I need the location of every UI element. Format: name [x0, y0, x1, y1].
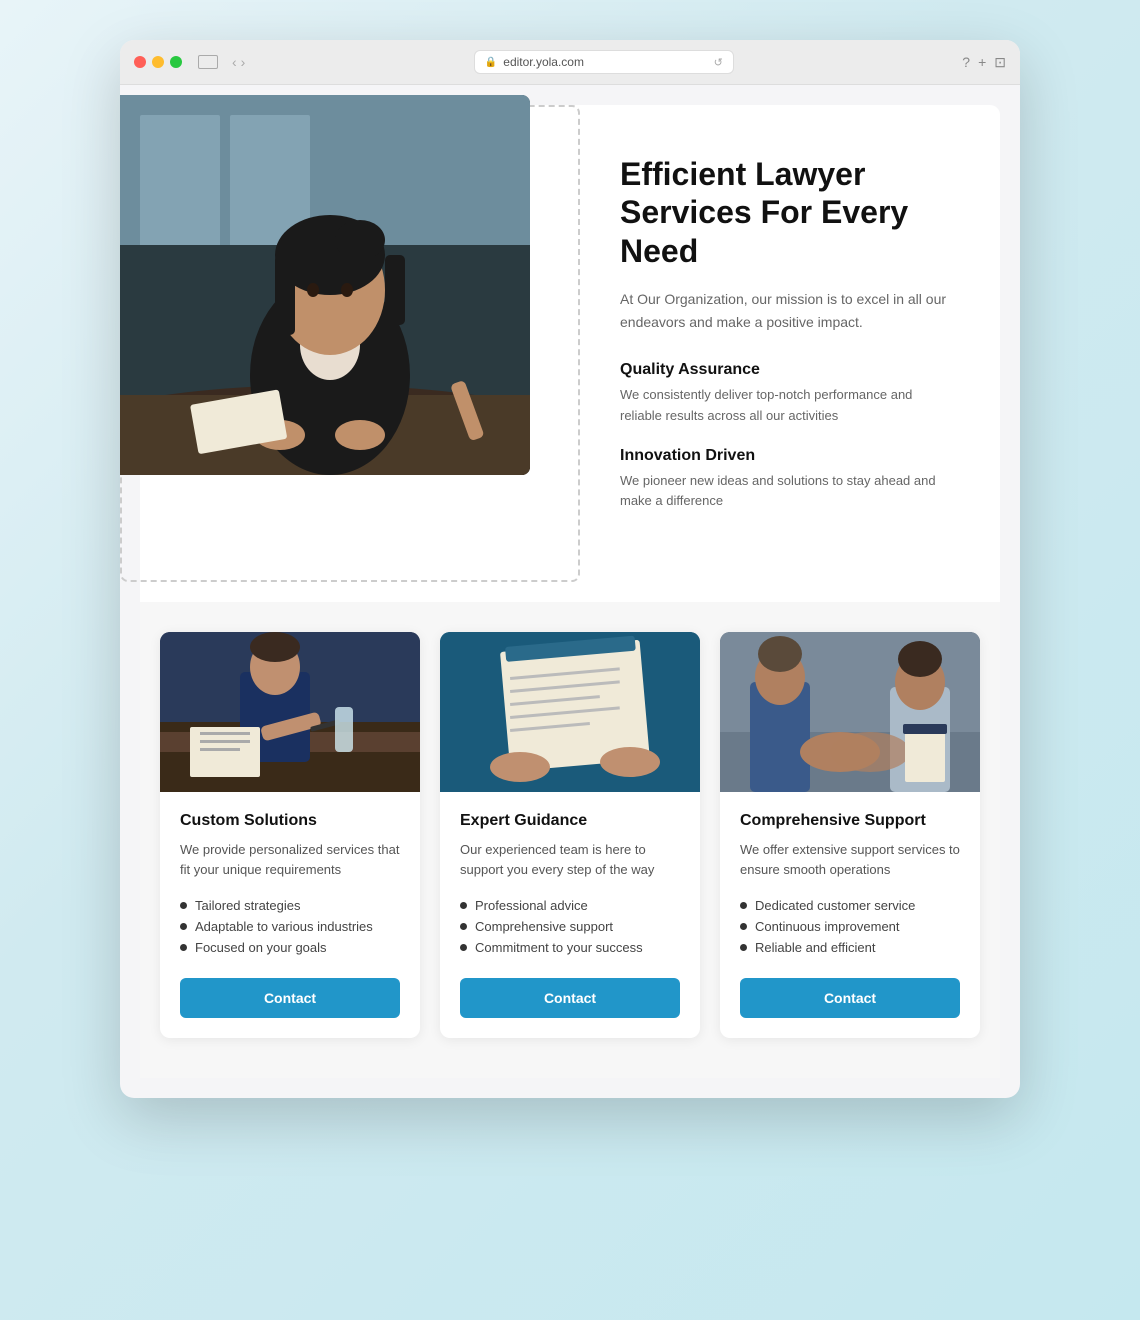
contact-button-1[interactable]: Contact — [180, 978, 400, 1018]
card-title-3: Comprehensive Support — [740, 812, 960, 830]
list-item: Focused on your goals — [180, 937, 400, 958]
bullet-icon — [740, 923, 747, 930]
feature-innovation-title: Innovation Driven — [620, 447, 950, 465]
card-desc-1: We provide personalized services that fi… — [180, 840, 400, 879]
hero-image-container — [120, 95, 570, 572]
card-title-1: Custom Solutions — [180, 812, 400, 830]
bullet-icon — [740, 944, 747, 951]
back-button[interactable]: ‹ — [232, 54, 237, 70]
card-expert-guidance: Expert Guidance Our experienced team is … — [440, 632, 700, 1038]
menu-icon[interactable]: ⊡ — [994, 54, 1006, 71]
card-comprehensive-support: Comprehensive Support We offer extensive… — [720, 632, 980, 1038]
bullet-icon — [460, 944, 467, 951]
feature-quality-title: Quality Assurance — [620, 361, 950, 379]
url-text: editor.yola.com — [503, 55, 584, 69]
bullet-icon — [460, 923, 467, 930]
card-custom-solutions: Custom Solutions We provide personalized… — [160, 632, 420, 1038]
list-item: Commitment to your success — [460, 937, 680, 958]
list-item: Comprehensive support — [460, 916, 680, 937]
card-body-1: Custom Solutions We provide personalized… — [160, 792, 420, 1038]
contact-button-2[interactable]: Contact — [460, 978, 680, 1018]
card-image-3 — [720, 632, 980, 792]
bullet-icon — [740, 902, 747, 909]
hero-image — [120, 95, 530, 475]
card-list-2: Professional advice Comprehensive suppor… — [460, 895, 680, 958]
list-item: Dedicated customer service — [740, 895, 960, 916]
card-image-2 — [440, 632, 700, 792]
bullet-icon — [180, 923, 187, 930]
list-item: Professional advice — [460, 895, 680, 916]
help-icon[interactable]: ? — [962, 54, 970, 70]
list-item: Adaptable to various industries — [180, 916, 400, 937]
bullet-icon — [180, 944, 187, 951]
card-illustration-2 — [440, 632, 700, 792]
card-body-3: Comprehensive Support We offer extensive… — [720, 792, 980, 1038]
traffic-lights — [134, 56, 182, 68]
nav-arrows: ‹ › — [232, 54, 245, 70]
card-title-2: Expert Guidance — [460, 812, 680, 830]
hero-illustration — [120, 95, 530, 475]
browser-toolbar: ‹ › 🔒 editor.yola.com ↺ ? + ⊡ — [120, 40, 1020, 85]
bullet-icon — [180, 902, 187, 909]
card-image-1 — [160, 632, 420, 792]
feature-quality-desc: We consistently deliver top-notch perfor… — [620, 385, 940, 427]
minimize-button[interactable] — [152, 56, 164, 68]
feature-quality: Quality Assurance We consistently delive… — [620, 361, 950, 427]
bullet-icon — [460, 902, 467, 909]
page-content: Efficient Lawyer Services For Every Need… — [140, 105, 1000, 1078]
hero-title: Efficient Lawyer Services For Every Need — [620, 155, 950, 270]
list-item: Reliable and efficient — [740, 937, 960, 958]
card-illustration-3 — [720, 632, 980, 792]
feature-innovation-desc: We pioneer new ideas and solutions to st… — [620, 471, 940, 513]
hero-text: Efficient Lawyer Services For Every Need… — [570, 105, 1000, 572]
tab-icon — [198, 55, 218, 69]
address-bar-container: 🔒 editor.yola.com ↺ — [255, 50, 952, 74]
card-list-3: Dedicated customer service Continuous im… — [740, 895, 960, 958]
address-bar[interactable]: 🔒 editor.yola.com ↺ — [474, 50, 734, 74]
cards-section: Custom Solutions We provide personalized… — [140, 602, 1000, 1078]
lock-icon: 🔒 — [485, 57, 497, 68]
card-illustration-1 — [160, 632, 420, 792]
refresh-icon[interactable]: ↺ — [714, 56, 723, 69]
toolbar-actions: ? + ⊡ — [962, 54, 1006, 71]
list-item: Tailored strategies — [180, 895, 400, 916]
card-desc-3: We offer extensive support services to e… — [740, 840, 960, 879]
card-list-1: Tailored strategies Adaptable to various… — [180, 895, 400, 958]
hero-section: Efficient Lawyer Services For Every Need… — [140, 105, 1000, 572]
card-desc-2: Our experienced team is here to support … — [460, 840, 680, 879]
hero-subtitle: At Our Organization, our mission is to e… — [620, 288, 950, 333]
feature-innovation: Innovation Driven We pioneer new ideas a… — [620, 447, 950, 513]
browser-window: ‹ › 🔒 editor.yola.com ↺ ? + ⊡ — [120, 40, 1020, 1098]
maximize-button[interactable] — [170, 56, 182, 68]
contact-button-3[interactable]: Contact — [740, 978, 960, 1018]
close-button[interactable] — [134, 56, 146, 68]
add-icon[interactable]: + — [978, 54, 986, 70]
card-body-2: Expert Guidance Our experienced team is … — [440, 792, 700, 1038]
list-item: Continuous improvement — [740, 916, 960, 937]
forward-button[interactable]: › — [241, 54, 246, 70]
